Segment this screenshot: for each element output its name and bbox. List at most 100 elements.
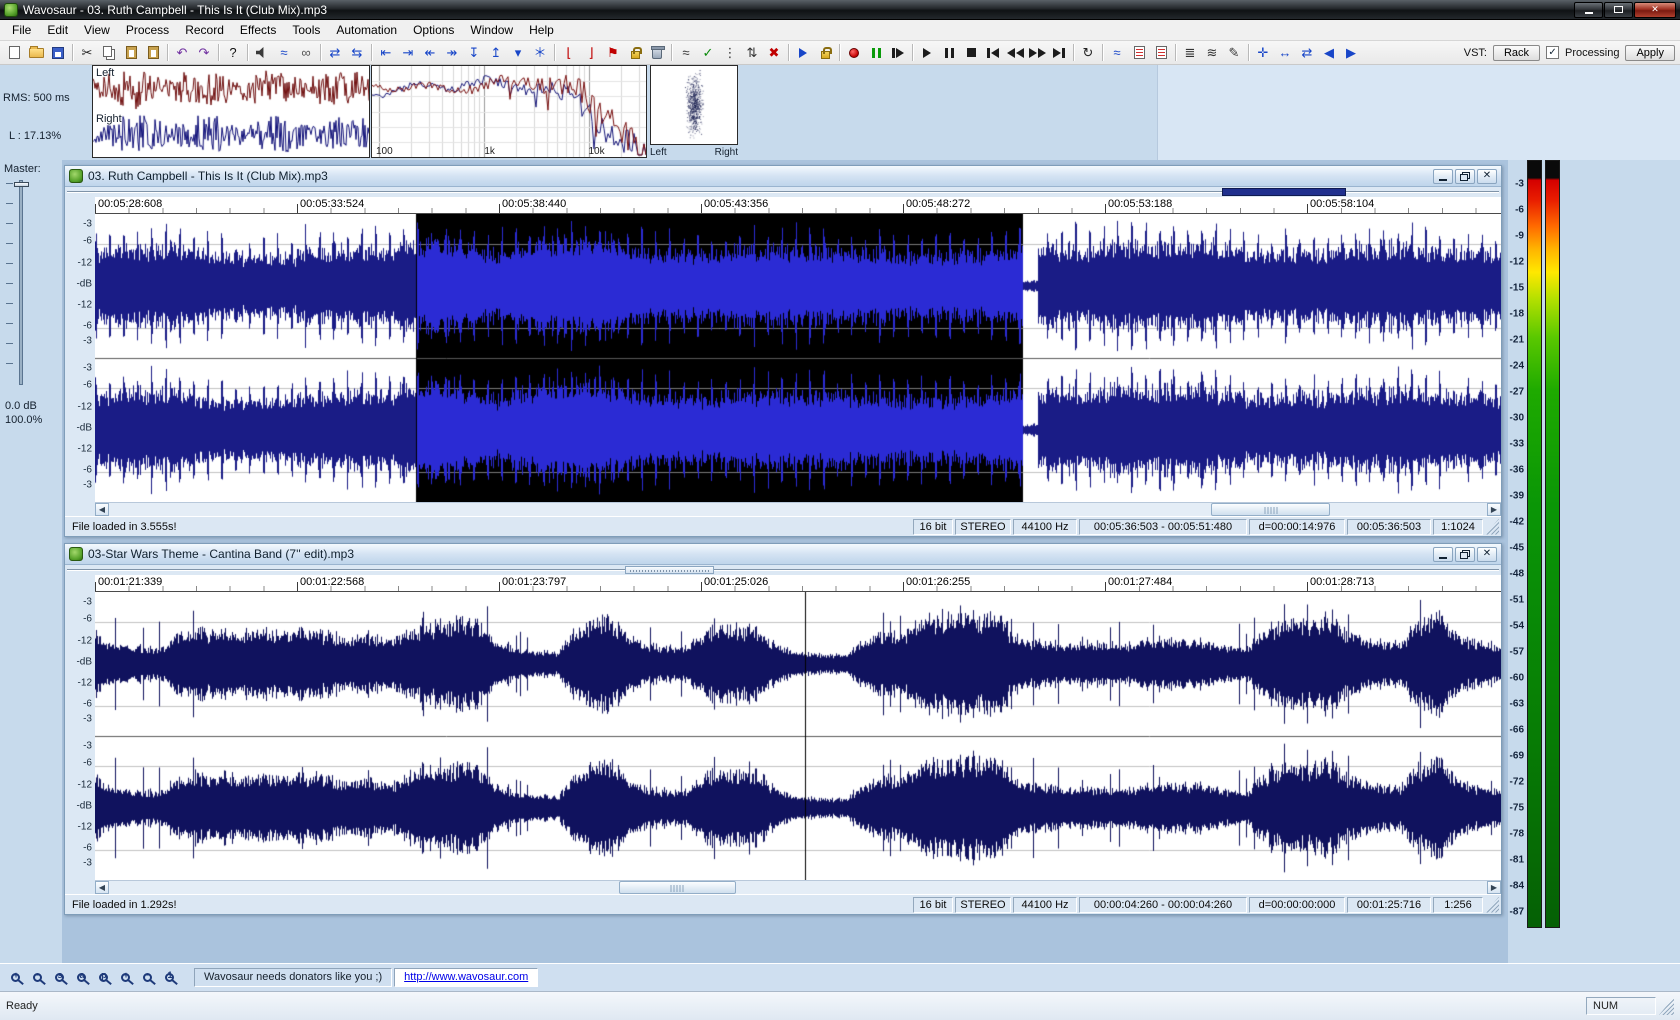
toolbar-waveform-mode-button[interactable]: ≈	[273, 43, 295, 63]
menu-record[interactable]: Record	[177, 21, 232, 39]
timeline-ruler[interactable]: 00:01:21:33900:01:22:56800:01:23:79700:0…	[95, 575, 1501, 592]
toolbar-marker-next-button[interactable]: ↠	[441, 43, 463, 63]
menu-file[interactable]: File	[4, 21, 39, 39]
menu-tools[interactable]: Tools	[284, 21, 328, 39]
toolbar-chain-link-button[interactable]: ∞	[295, 43, 317, 63]
toolbar-go-start-button[interactable]	[982, 43, 1004, 63]
apply-button[interactable]: Apply	[1625, 45, 1675, 61]
toolbar-swap-channels-button[interactable]: ⇄	[324, 43, 346, 63]
menu-process[interactable]: Process	[118, 21, 177, 39]
toolbar-snap-toggle-button[interactable]: ＊	[529, 43, 551, 63]
toolbar-undo-button[interactable]: ↶	[171, 43, 193, 63]
child-restore-button[interactable]	[1455, 547, 1475, 562]
menu-view[interactable]: View	[76, 21, 118, 39]
menu-effects[interactable]: Effects	[232, 21, 284, 39]
toolbar-forward-button[interactable]	[1026, 43, 1048, 63]
zoom-in-button[interactable]: +	[4, 967, 26, 989]
close-button[interactable]: ✕	[1634, 2, 1676, 18]
slider-thumb[interactable]	[14, 182, 29, 187]
processing-checkbox[interactable]	[1546, 46, 1559, 59]
scroll-right-button[interactable]: ▶	[1487, 881, 1501, 894]
child-close-button[interactable]: ✕	[1477, 169, 1497, 184]
window-resize-grip[interactable]	[1485, 519, 1499, 535]
toolbar-prev-file-button[interactable]: ◀	[1318, 43, 1340, 63]
menu-options[interactable]: Options	[405, 21, 462, 39]
toolbar-redo-button[interactable]: ↷	[193, 43, 215, 63]
toolbar-paste-new-button[interactable]	[142, 43, 164, 63]
overview-strip[interactable]	[65, 565, 1501, 575]
toolbar-more-options-button[interactable]: ⋮	[719, 43, 741, 63]
child-window-titlebar[interactable]: 03. Ruth Campbell - This Is It (Club Mix…	[65, 166, 1501, 187]
toolbar-delete-selection-button[interactable]	[646, 43, 668, 63]
child-minimize-button[interactable]	[1433, 547, 1453, 562]
resize-grip[interactable]	[1659, 997, 1674, 1015]
timeline-ruler[interactable]: 00:05:28:60800:05:33:52400:05:38:44000:0…	[95, 197, 1501, 214]
waveform-view[interactable]	[95, 214, 1501, 502]
zoom-vertical-out-button[interactable]: −	[136, 967, 158, 989]
toolbar-loop-end-button[interactable]: ⌋	[580, 43, 602, 63]
menu-automation[interactable]: Automation	[328, 21, 405, 39]
toolbar-lock-playback-button[interactable]	[814, 43, 836, 63]
scroll-track[interactable]	[109, 881, 1487, 894]
toolbar-audio-monitor-button[interactable]	[251, 43, 273, 63]
toolbar-exchange-button[interactable]: ⇄	[1296, 43, 1318, 63]
waveform-canvas[interactable]	[95, 214, 1501, 502]
toolbar-new-file-button[interactable]	[3, 43, 25, 63]
scroll-right-button[interactable]: ▶	[1487, 503, 1501, 516]
toolbar-marker-prev-button[interactable]: ↞	[419, 43, 441, 63]
toolbar-copy-channel-button[interactable]: ⇆	[346, 43, 368, 63]
toolbar-stretch-button[interactable]: ↔	[1274, 43, 1296, 63]
child-minimize-button[interactable]	[1433, 169, 1453, 184]
zoom-previous-button[interactable]: p	[92, 967, 114, 989]
window-resize-grip[interactable]	[1485, 897, 1499, 913]
toolbar-marker-start-button[interactable]: ⇤	[375, 43, 397, 63]
toolbar-stop-button[interactable]	[960, 43, 982, 63]
menu-edit[interactable]: Edit	[39, 21, 76, 39]
waveform-view[interactable]	[95, 592, 1501, 880]
toolbar-statistics-button[interactable]	[1128, 43, 1150, 63]
wavosaur-link[interactable]: http://www.wavosaur.com	[404, 971, 528, 983]
toolbar-cancel-button[interactable]: ✖	[763, 43, 785, 63]
toolbar-region-select-button[interactable]: ▾	[507, 43, 529, 63]
toolbar-save-file-button[interactable]	[47, 43, 69, 63]
toolbar-marker-delete-button[interactable]: ↥	[485, 43, 507, 63]
menu-window[interactable]: Window	[462, 21, 521, 39]
toolbar-interpolate-button[interactable]: ≈	[675, 43, 697, 63]
toolbar-next-file-button[interactable]: ▶	[1340, 43, 1362, 63]
scroll-left-button[interactable]: ◀	[95, 881, 109, 894]
toolbar-record-button[interactable]	[843, 43, 865, 63]
child-window-titlebar[interactable]: 03-Star Wars Theme - Cantina Band (7'' e…	[65, 544, 1501, 565]
master-volume-slider[interactable]	[6, 180, 36, 385]
scroll-thumb[interactable]	[619, 881, 736, 894]
toolbar-filter-list-button[interactable]: ≣	[1179, 43, 1201, 63]
toolbar-copy-button[interactable]	[98, 43, 120, 63]
toolbar-paste-button[interactable]	[120, 43, 142, 63]
child-restore-button[interactable]	[1455, 169, 1475, 184]
overview-thumb[interactable]	[625, 566, 714, 574]
horizontal-scrollbar[interactable]: ◀▶	[95, 502, 1501, 516]
toolbar-vertical-fit-button[interactable]: ⇅	[741, 43, 763, 63]
toolbar-draw-pencil-button[interactable]: ✎	[1223, 43, 1245, 63]
toolbar-marker-end-button[interactable]: ⇥	[397, 43, 419, 63]
menu-help[interactable]: Help	[521, 21, 562, 39]
zoom-out-button[interactable]: −	[26, 967, 48, 989]
horizontal-scrollbar[interactable]: ◀▶	[95, 880, 1501, 894]
overview-thumb[interactable]	[1222, 188, 1345, 196]
scroll-thumb[interactable]	[1211, 503, 1330, 516]
zoom-reset-button[interactable]: 1	[158, 967, 180, 989]
toolbar-validate-button[interactable]: ✓	[697, 43, 719, 63]
vst-rack-button[interactable]: Rack	[1493, 45, 1540, 61]
scroll-track[interactable]	[109, 503, 1487, 516]
overview-strip[interactable]	[65, 187, 1501, 197]
scroll-left-button[interactable]: ◀	[95, 503, 109, 516]
waveform-canvas[interactable]	[95, 592, 1501, 880]
toolbar-pause-button[interactable]	[938, 43, 960, 63]
toolbar-marker-flag-button[interactable]: ⚑	[602, 43, 624, 63]
toolbar-insert-view-button[interactable]: ≈	[1106, 43, 1128, 63]
toolbar-marker-add-button[interactable]: ↧	[463, 43, 485, 63]
toolbar-lock-button[interactable]	[624, 43, 646, 63]
toolbar-open-file-button[interactable]	[25, 43, 47, 63]
toolbar-batch-processor-button[interactable]	[1150, 43, 1172, 63]
toolbar-rewind-button[interactable]	[1004, 43, 1026, 63]
zoom-all-button[interactable]: a	[70, 967, 92, 989]
